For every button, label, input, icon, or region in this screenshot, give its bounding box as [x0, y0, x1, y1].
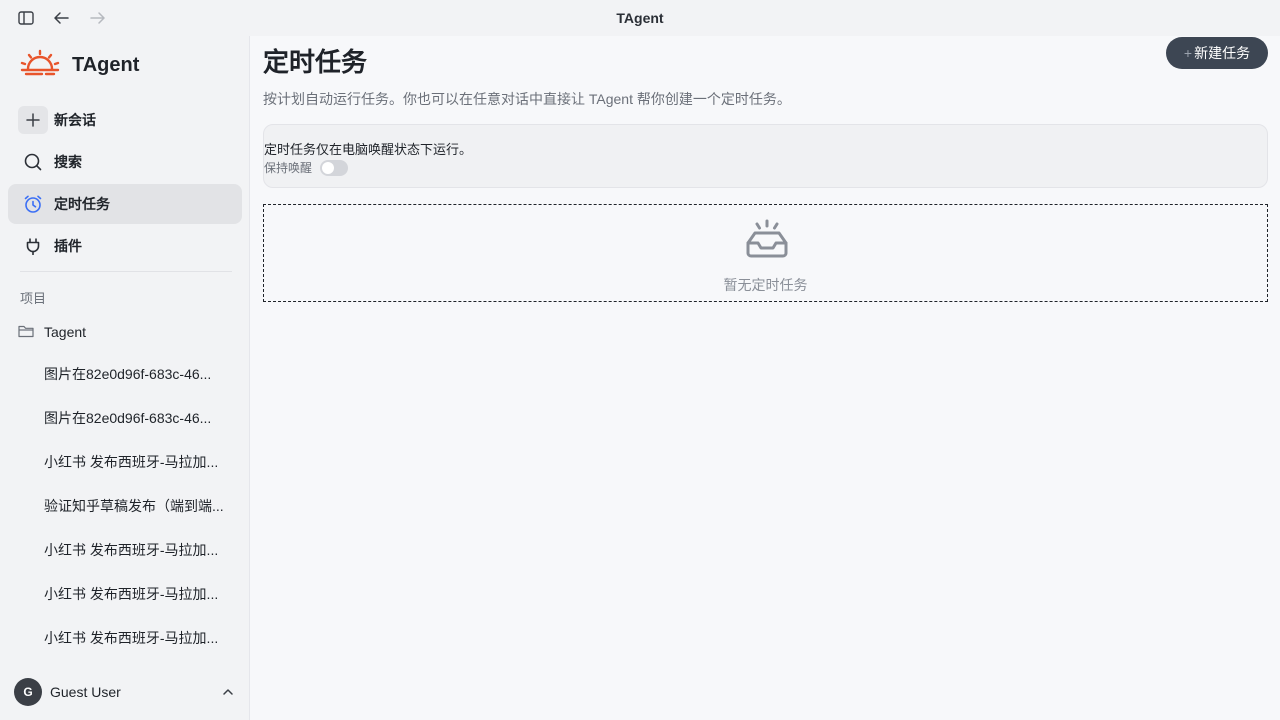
new-task-button[interactable]: + 新建任务 [1166, 37, 1268, 69]
keep-awake-label: 保持唤醒 [264, 161, 313, 175]
inbox-icon [745, 219, 789, 259]
nav-plugins[interactable]: 插件 [8, 226, 242, 266]
conversation-item[interactable]: 图片在82e0d96f-683c-46... [44, 364, 230, 384]
plus-icon [18, 106, 48, 134]
nav-search[interactable]: 搜索 [8, 142, 242, 182]
app-window: TAgent TAgent 新会话 搜索 定时任务 插件 项目 Tagent 图… [0, 0, 1280, 720]
page-title: 定时任务 [263, 47, 368, 77]
project-item-tagent[interactable]: Tagent [18, 322, 86, 342]
clock-icon [18, 189, 48, 219]
new-task-button-label: 新建任务 [1194, 45, 1251, 61]
projects-section-label: 项目 [20, 291, 47, 306]
nav-search-label: 搜索 [54, 154, 82, 170]
nav-new-chat-label: 新会话 [54, 112, 96, 128]
brand: TAgent [20, 49, 140, 82]
nav-scheduled-tasks[interactable]: 定时任务 [8, 184, 242, 224]
brand-name: TAgent [72, 53, 140, 76]
keep-awake-toggle[interactable] [320, 159, 349, 176]
empty-state-text: 暂无定时任务 [723, 277, 808, 293]
plug-icon [18, 231, 48, 261]
conversation-item[interactable]: 验证知乎草稿发布（端到端... [44, 496, 230, 516]
toggle-knob [322, 161, 335, 174]
search-icon [18, 147, 48, 177]
nav-plugins-label: 插件 [54, 238, 82, 254]
conversation-item[interactable]: 小红书 发布西班牙-马拉加... [44, 584, 230, 604]
plus-icon: + [1183, 45, 1193, 61]
page-subtitle: 按计划自动运行任务。你也可以在任意对话中直接让 TAgent 帮你创建一个定时任… [263, 91, 791, 107]
conversation-item[interactable]: 小红书 发布西班牙-马拉加... [44, 540, 230, 560]
sidebar-divider [20, 271, 232, 272]
window-title: TAgent [616, 10, 664, 26]
title-bar: TAgent [0, 0, 1280, 36]
avatar: G [14, 678, 42, 706]
chevron-up-icon [220, 684, 236, 700]
nav-scheduled-tasks-label: 定时任务 [54, 196, 110, 212]
user-name: Guest User [50, 684, 121, 700]
sidebar: TAgent 新会话 搜索 定时任务 插件 项目 Tagent 图片在82e0d… [0, 36, 250, 720]
sun-logo-icon [20, 49, 60, 82]
empty-state-panel: 暂无定时任务 [263, 204, 1268, 302]
conversation-item[interactable]: 小红书 发布西班牙-马拉加... [44, 628, 230, 648]
conversation-item[interactable]: 图片在82e0d96f-683c-46... [44, 408, 230, 428]
conversation-item[interactable]: 小红书 发布西班牙-马拉加... [44, 452, 230, 472]
project-label: Tagent [44, 324, 87, 340]
user-menu[interactable]: G Guest User [14, 676, 240, 708]
wake-notice-panel: 定时任务仅在电脑唤醒状态下运行。 保持唤醒 [263, 124, 1268, 188]
main-content: 定时任务 + 新建任务 按计划自动运行任务。你也可以在任意对话中直接让 TAge… [251, 36, 1280, 720]
folder-icon [18, 324, 34, 341]
wake-notice-text: 定时任务仅在电脑唤醒状态下运行。 [264, 142, 473, 157]
nav-new-chat[interactable]: 新会话 [8, 100, 242, 140]
keep-awake-row: 保持唤醒 [264, 159, 349, 176]
